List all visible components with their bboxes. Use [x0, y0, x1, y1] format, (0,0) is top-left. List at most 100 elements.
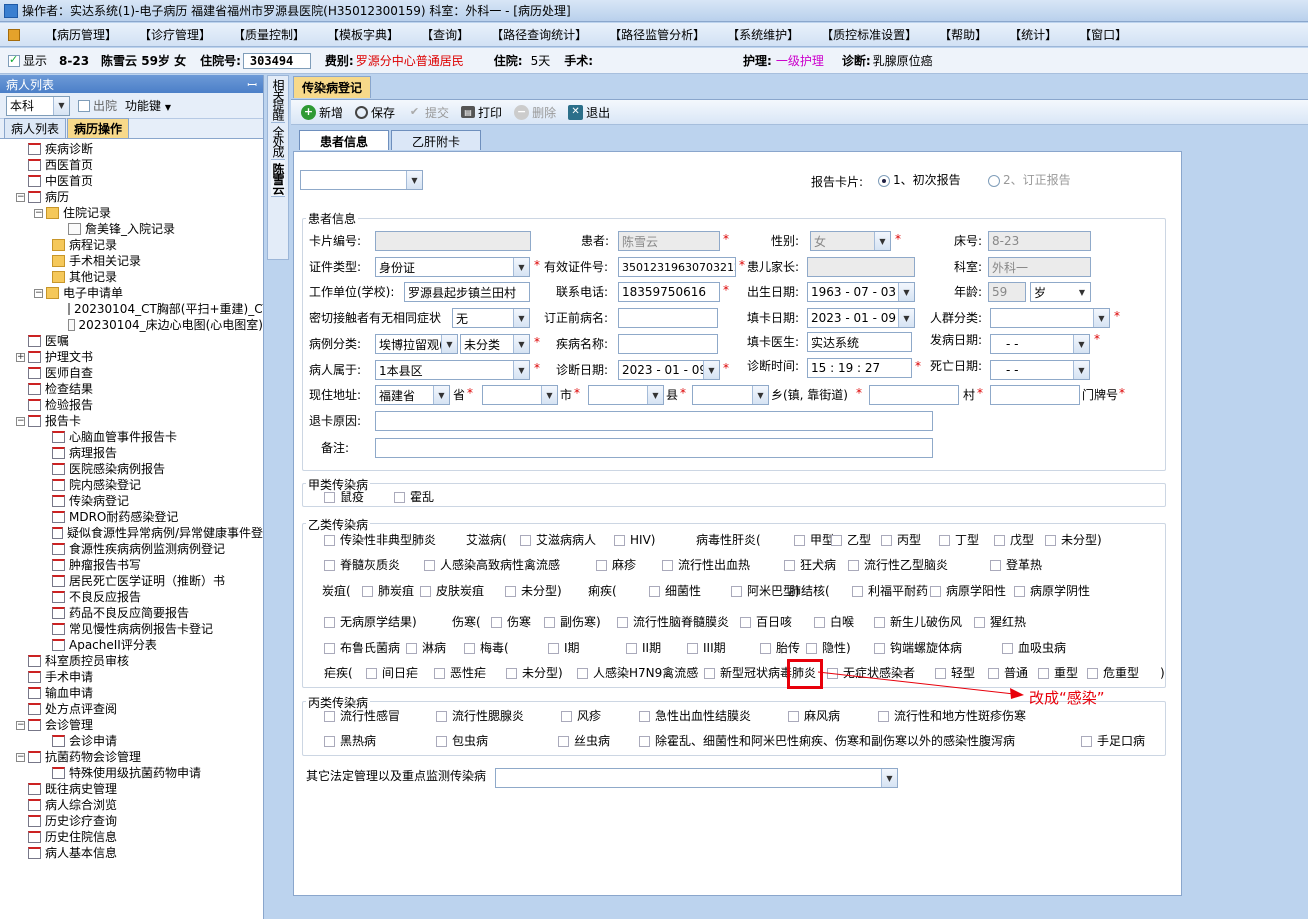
tree-item[interactable]: 历史诊疗查询: [2, 813, 263, 829]
disease-checkbox[interactable]: [704, 667, 715, 679]
disease-option[interactable]: 流行性乙型脑炎: [848, 557, 948, 573]
guardian-field[interactable]: [807, 257, 915, 277]
tree-item[interactable]: − 报告卡: [2, 413, 263, 429]
disease-checkbox[interactable]: [662, 559, 673, 571]
tree-item[interactable]: − 抗菌药物会诊管理: [2, 749, 263, 765]
function-key-button[interactable]: 功能键 ▼: [125, 97, 171, 114]
birth-date-field[interactable]: 1963 - 07 - 03 ▼: [807, 282, 915, 302]
disease-checkbox[interactable]: [794, 534, 805, 546]
tree-item[interactable]: − 会诊管理: [2, 717, 263, 733]
tab-hepatitis-b-card[interactable]: 乙肝附卡: [391, 130, 482, 150]
disease-option[interactable]: 狂犬病: [784, 557, 836, 573]
phone-field[interactable]: 18359750616: [618, 282, 720, 302]
house-number-field[interactable]: [990, 385, 1080, 405]
disease-option[interactable]: 风疹: [561, 708, 601, 724]
tree-item[interactable]: 检查结果: [2, 381, 263, 397]
disease-checkbox[interactable]: [939, 534, 950, 546]
delete-button[interactable]: − 删除: [514, 104, 556, 121]
tree-item[interactable]: 中医首页: [2, 173, 263, 189]
tree-item[interactable]: 疾病诊断: [2, 141, 263, 157]
disease-option[interactable]: 伤寒: [491, 614, 531, 630]
disease-option[interactable]: 流行性腮腺炎: [436, 708, 524, 724]
disease-option[interactable]: 淋病: [406, 640, 446, 656]
bed-field[interactable]: 8-23: [988, 231, 1091, 251]
disease-checkbox[interactable]: [362, 585, 373, 597]
disease-option[interactable]: 布鲁氏菌病: [324, 640, 400, 656]
disease-checkbox[interactable]: [491, 616, 502, 628]
prev-name-field[interactable]: [618, 308, 718, 328]
exit-button[interactable]: ✕ 退出: [568, 104, 610, 121]
disease-checkbox[interactable]: [424, 559, 435, 571]
case-type-sub-select[interactable]: 未分类 ▼: [460, 334, 530, 354]
tree-item[interactable]: 输血申请: [2, 685, 263, 701]
pin-icon[interactable]: ꟷ: [247, 76, 257, 93]
county-select[interactable]: ▼: [588, 385, 664, 405]
fill-date-field[interactable]: 2023 - 01 - 09 ▼: [807, 308, 915, 328]
disease-checkbox[interactable]: [324, 491, 335, 503]
tab-infectious-disease-registration[interactable]: 传染病登记: [293, 76, 372, 98]
tree-item[interactable]: MDRO耐药感染登记: [2, 509, 263, 525]
disease-checkbox[interactable]: [687, 642, 698, 654]
disease-checkbox[interactable]: [852, 585, 863, 597]
patient-field[interactable]: 陈雪云: [618, 231, 720, 251]
discharged-checkbox[interactable]: [78, 99, 90, 112]
tree-item[interactable]: 会诊申请: [2, 733, 263, 749]
crowd-select[interactable]: ▼: [990, 308, 1110, 328]
disease-checkbox[interactable]: [1002, 642, 1013, 654]
disease-checkbox[interactable]: [596, 559, 607, 571]
disease-checkbox[interactable]: [548, 642, 559, 654]
disease-checkbox[interactable]: [434, 667, 445, 679]
tree-item[interactable]: 病人基本信息: [2, 845, 263, 861]
case-type-select[interactable]: 埃博拉留观(▼: [375, 334, 458, 354]
sex-select[interactable]: 女 ▼: [810, 231, 891, 251]
disease-checkbox[interactable]: [639, 710, 650, 722]
disease-option[interactable]: 未分型): [506, 665, 563, 681]
diag-time-field[interactable]: 15 : 19 : 27: [807, 358, 912, 378]
disease-option[interactable]: 炭疽(: [322, 583, 351, 599]
disease-option[interactable]: 隐性): [806, 640, 851, 656]
disease-option[interactable]: I期: [548, 640, 580, 656]
disease-checkbox[interactable]: [990, 559, 1001, 571]
menu-help[interactable]: 【帮助】: [928, 24, 998, 46]
collapse-icon[interactable]: −: [16, 752, 25, 762]
disease-checkbox[interactable]: [974, 616, 985, 628]
dept-field[interactable]: 外科一: [988, 257, 1091, 277]
tab-patient-info[interactable]: 患者信息: [299, 130, 390, 150]
tree-item[interactable]: 20230104_CT胸部(平扫+重建)_CT: [2, 301, 263, 317]
disease-option[interactable]: 病原学阳性: [930, 583, 1006, 599]
tree-item[interactable]: 特殊使用级抗菌药物申请: [2, 765, 263, 781]
disease-checkbox[interactable]: [731, 585, 742, 597]
tree-item[interactable]: 常见慢性病病例报告卡登记: [2, 621, 263, 637]
tree-item[interactable]: 其他记录: [2, 269, 263, 285]
disease-option[interactable]: 钩端螺旋体病: [874, 640, 962, 656]
new-button[interactable]: + 新增: [301, 104, 343, 121]
tree-item[interactable]: 既往病史管理: [2, 781, 263, 797]
tree-item[interactable]: 医师自查: [2, 365, 263, 381]
disease-option[interactable]: 肺结核(: [789, 583, 830, 599]
disease-option[interactable]: 白喉: [814, 614, 854, 630]
disease-checkbox[interactable]: [874, 616, 885, 628]
tree-item[interactable]: 不良反应报告: [2, 589, 263, 605]
disease-checkbox[interactable]: [505, 585, 516, 597]
radio-initial[interactable]: [878, 174, 890, 187]
age-field[interactable]: 59: [988, 282, 1026, 302]
disease-option[interactable]: 血吸虫病: [1002, 640, 1066, 656]
print-button[interactable]: ▤ 打印: [461, 104, 502, 121]
disease-option[interactable]: 利福平耐药: [852, 583, 928, 599]
dept-select[interactable]: 本科 ▼: [6, 95, 70, 116]
tree-item[interactable]: 西医首页: [2, 157, 263, 173]
id-no-field[interactable]: 350123196307032128: [618, 257, 736, 277]
disease-option[interactable]: 疟疾(: [324, 665, 353, 681]
tree-item[interactable]: 詹美锋_入院记录: [2, 221, 263, 237]
death-date-field[interactable]: - - ▼: [990, 360, 1090, 380]
disease-option[interactable]: 麻风病: [788, 708, 840, 724]
tree-item[interactable]: 病人综合浏览: [2, 797, 263, 813]
close-contact-select[interactable]: 无 ▼: [452, 308, 530, 328]
tree-item[interactable]: 处方点评查阅: [2, 701, 263, 717]
disease-checkbox[interactable]: [930, 585, 941, 597]
menu-path-stats[interactable]: 【路径查询统计】: [480, 24, 598, 46]
menu-quality-control[interactable]: 【质量控制】: [222, 24, 316, 46]
disease-option[interactable]: 流行性脑脊髓膜炎: [617, 614, 729, 630]
disease-option[interactable]: 间日疟: [366, 665, 418, 681]
disease-checkbox[interactable]: [1045, 534, 1056, 546]
